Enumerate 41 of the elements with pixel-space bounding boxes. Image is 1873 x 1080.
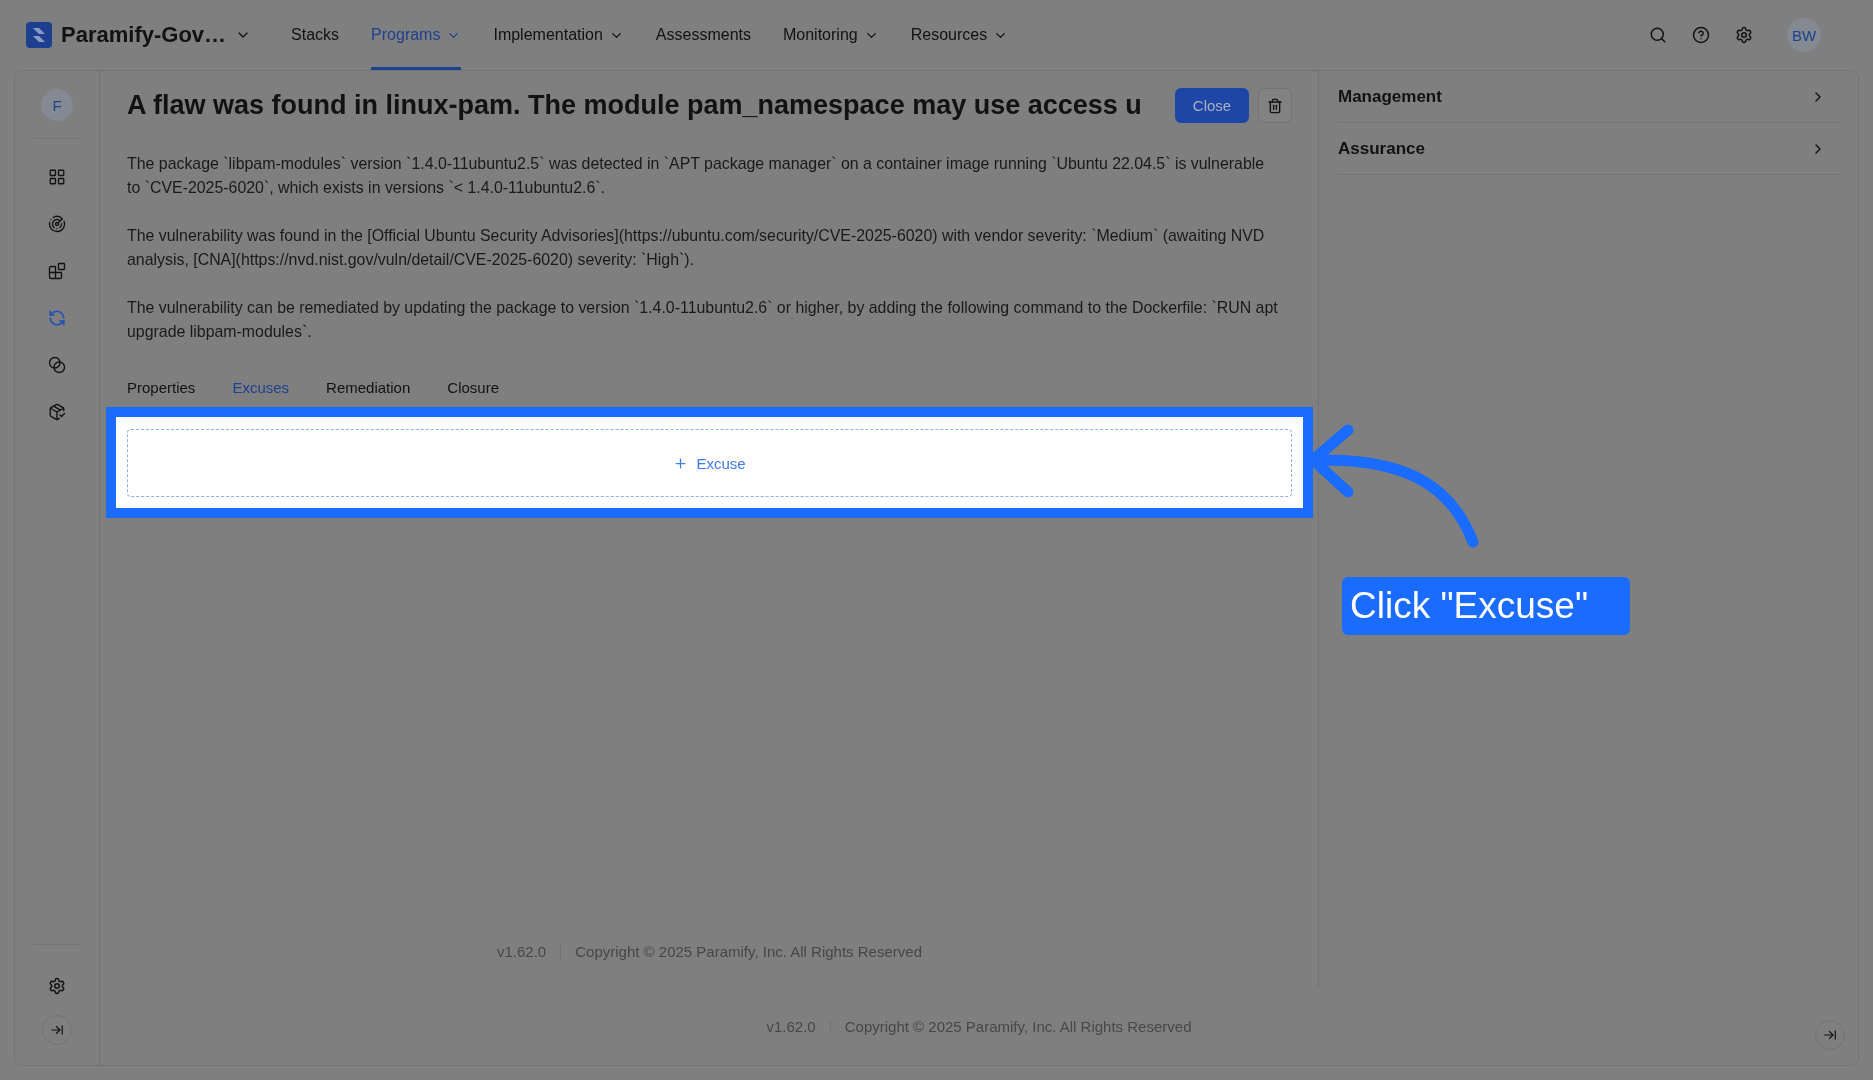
settings-icon[interactable] [48, 977, 66, 995]
workspace-name[interactable]: Paramify-Gov… [61, 22, 227, 48]
section-header[interactable]: Assurance [1338, 123, 1842, 175]
user-avatar[interactable]: BW [1787, 18, 1821, 52]
nav-tab[interactable]: Implementation [493, 0, 624, 70]
detail-tab[interactable]: Closure [447, 378, 499, 396]
logo-icon[interactable] [26, 22, 52, 48]
help-icon[interactable] [1692, 26, 1710, 44]
add-excuse-button[interactable]: Excuse [127, 429, 1292, 497]
detail-tab[interactable]: Remediation [326, 378, 411, 396]
blocks-icon[interactable] [48, 261, 66, 280]
nav-tab[interactable]: Assessments [655, 0, 751, 70]
search-icon[interactable] [1649, 26, 1667, 44]
grid-icon[interactable] [48, 167, 66, 186]
delete-button[interactable] [1258, 88, 1292, 123]
arrow-to-line-icon [1823, 1028, 1837, 1042]
radar-icon[interactable] [48, 214, 66, 233]
package-icon[interactable] [48, 402, 66, 421]
nav-tab[interactable]: Stacks [291, 0, 340, 70]
nav-tab[interactable]: Resources [910, 0, 1009, 70]
description-paragraph: The package `libpam-modules` version `1.4.0-11ubuntu2.5` was detected in `APT package manager` on a container image running `Ubuntu 22.04.5` is vulnerable to `CVE-2025-6020`, which exists in versions `< 1.4.0-11ubuntu2.6`. [127, 154, 1266, 198]
copyright-text: Copyright © 2025 Paramify, Inc. All Rights Reserved [575, 943, 922, 960]
nav-tab[interactable]: Monitoring [782, 0, 879, 70]
nav-tab[interactable]: Programs [371, 0, 462, 70]
close-button[interactable]: Close [1175, 88, 1249, 123]
callout-label: Click "Excuse" [1342, 577, 1630, 635]
detail-tab[interactable]: Properties [127, 378, 196, 396]
detail-tab[interactable]: Excuses [232, 378, 290, 396]
trash-icon [1267, 97, 1283, 114]
settings-icon[interactable] [1735, 26, 1753, 44]
description-paragraph: The vulnerability was found in the [Official Ubuntu Security Advisories](https://ubuntu.com/security/CVE-2025-6020) with vendor severity: `Medium` (awaiting NVD analysis, [CNA](https://nvd.nist.gov/vuln/detail/CVE-2025-6020) severity: `High`). [127, 226, 1266, 270]
finding-title: A flaw was found in linux-pam. The module pam_namespace may use access u [127, 90, 1143, 121]
arrow-to-line-icon [50, 1023, 64, 1037]
version-text: v1.62.0 [766, 1018, 816, 1035]
description-paragraph: The vulnerability can be remediated by updating the package to version `1.4.0-11ubuntu2.6` or higher, by adding the following command to the Dockerfile: `RUN apt upgrade libpam-modules`. [127, 298, 1279, 342]
workspace-avatar[interactable]: F [41, 89, 73, 121]
copyright-text: Copyright © 2025 Paramify, Inc. All Rights Reserved [844, 1018, 1192, 1035]
version-text: v1.62.0 [497, 943, 547, 960]
plus-icon [673, 455, 689, 471]
circles-icon[interactable] [48, 355, 66, 374]
section-header[interactable]: Management [1338, 71, 1842, 123]
